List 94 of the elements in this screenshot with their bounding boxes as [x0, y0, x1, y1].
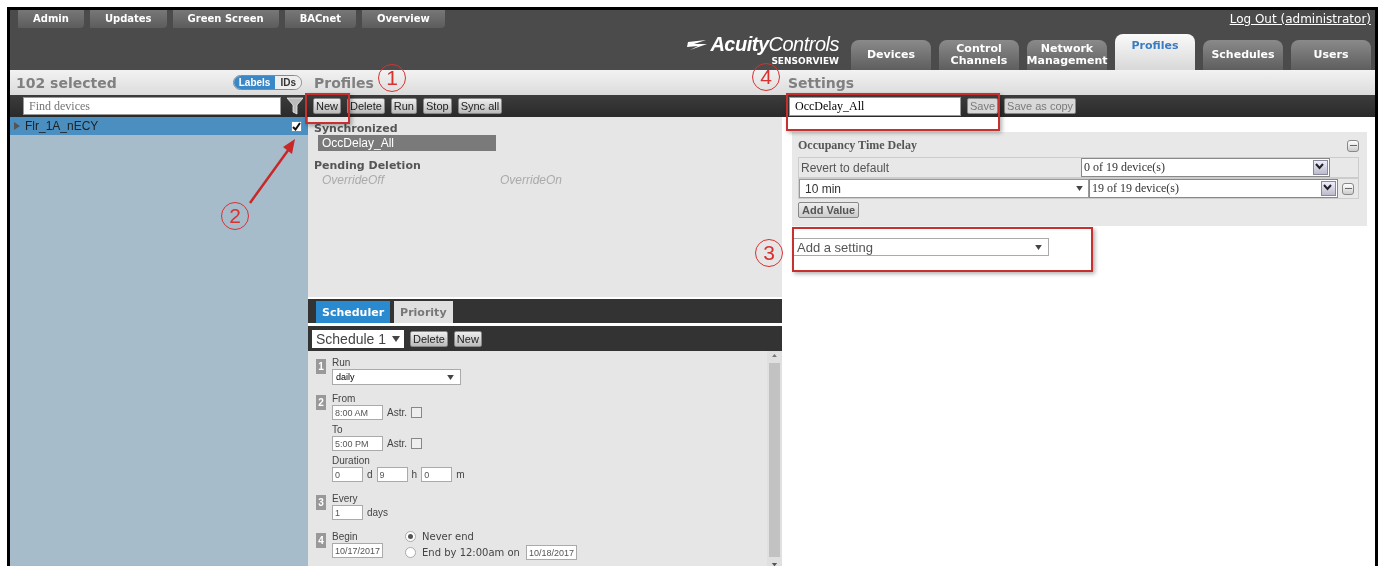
radio-button[interactable] [405, 547, 416, 558]
search-field[interactable]: Find devices [23, 97, 281, 115]
table-cell-text: Revert to default [800, 159, 891, 177]
select-value: Schedule 1 [316, 330, 387, 347]
nav-tab[interactable]: Network Management [1027, 40, 1107, 70]
text-field[interactable]: 10/18/2017 [525, 545, 577, 560]
text-field[interactable]: 5:00 PM [332, 436, 383, 451]
tab[interactable]: Scheduler [316, 301, 391, 323]
nav-tab[interactable]: Users [1291, 40, 1371, 70]
option-label: Never end [422, 531, 474, 542]
text-field[interactable]: 9 [376, 467, 408, 482]
profile-item[interactable]: OccDelay_All [318, 135, 496, 151]
dropdown-value: daily [336, 372, 355, 382]
dropdown[interactable]: daily [332, 369, 461, 385]
logo-wordmark: AcuityControls [710, 33, 839, 56]
dropdown-value: 19 of 19 device(s) [1092, 181, 1179, 196]
field-label: Begin [332, 531, 359, 542]
panel-title: 102 selected [16, 74, 118, 91]
field-label: To [332, 424, 344, 435]
field-label: Duration [332, 455, 371, 466]
checkbox[interactable] [291, 120, 302, 132]
toolbar-button[interactable]: Run [390, 98, 417, 114]
field-label: Run [332, 357, 352, 368]
logout-link[interactable]: Log Out (administrator) [1229, 10, 1371, 26]
chevron-icon [1322, 182, 1333, 193]
card-title: Occupancy Time Delay [798, 138, 917, 153]
select-value: 10 min [805, 181, 842, 196]
field-label: From [332, 393, 357, 404]
text-field[interactable]: 0 [332, 467, 363, 482]
step-number: 3 [316, 495, 326, 510]
nav-tab[interactable]: Profiles [1115, 34, 1195, 70]
name-field[interactable]: OccDelay_All [789, 96, 961, 116]
group-heading: Synchronized [314, 122, 399, 135]
toolbar-button[interactable]: Delete [410, 330, 448, 347]
remove-button[interactable] [1347, 139, 1359, 152]
caret-icon [447, 374, 454, 380]
unit-label: d [367, 469, 373, 480]
unit-label: h [411, 469, 418, 480]
schedule-select[interactable]: Schedule 1 [312, 329, 405, 348]
nav-tab[interactable]: Control Channels [939, 40, 1019, 70]
dropdown[interactable]: 0 of 19 device(s) [1081, 158, 1330, 177]
logo-subtitle: SENSORVIEW [771, 56, 839, 66]
add-setting-select[interactable]: Add a setting [792, 238, 1049, 256]
unit-label: days [367, 507, 389, 518]
remove-button[interactable] [1342, 182, 1354, 195]
toggle-option[interactable]: Labels [233, 76, 276, 89]
nav-tab[interactable]: Green Screen [172, 10, 279, 28]
scroll-up-icon [771, 354, 778, 358]
scrollbar[interactable] [767, 351, 782, 566]
nav-tab[interactable]: Devices [851, 40, 931, 70]
caret-icon [1035, 244, 1042, 250]
nav-tab[interactable]: BACnet [284, 10, 357, 28]
device-row[interactable]: Flr_1A_nECY [10, 117, 308, 135]
text-field[interactable]: 10/17/2017 [332, 543, 383, 558]
annotation-box [305, 93, 350, 124]
swoosh-icon [686, 38, 709, 51]
nav-tab[interactable]: Schedules [1203, 40, 1283, 70]
toolbar-button[interactable]: New [313, 98, 341, 114]
nav-tab[interactable]: Admin [18, 10, 84, 28]
panel-title: Settings [788, 74, 855, 91]
caret-icon [1076, 186, 1083, 191]
expand-icon[interactable] [13, 122, 21, 130]
caret-icon [392, 335, 401, 342]
step-number: 2 [316, 395, 326, 410]
dropdown[interactable]: 19 of 19 device(s) [1089, 179, 1338, 198]
toolbar-button[interactable]: Stop [423, 98, 452, 114]
toolbar-button[interactable]: Sync all [457, 98, 503, 114]
panel-title: Profiles [314, 74, 374, 91]
field-label: Astr. [387, 407, 407, 418]
checkbox[interactable] [411, 438, 422, 449]
radio-button[interactable] [405, 531, 416, 542]
unit-label: m [456, 469, 465, 480]
device-label: Flr_1A_nECY [25, 119, 100, 133]
field-label: Every [332, 493, 359, 504]
field-label: Astr. [387, 438, 407, 449]
filter-icon [287, 97, 303, 115]
chevron-icon [1314, 161, 1325, 172]
nav-tab[interactable]: Overview [362, 10, 445, 28]
text-field[interactable]: 8:00 AM [332, 405, 383, 420]
add-value-button[interactable]: Add Value [798, 202, 860, 218]
scroll-down-icon [771, 562, 778, 566]
dropdown-value: 0 of 19 device(s) [1084, 160, 1165, 175]
text-field[interactable]: 1 [332, 505, 363, 520]
step-number: 1 [316, 359, 326, 374]
select-placeholder: Add a setting [797, 239, 873, 255]
text-field[interactable]: 0 [421, 467, 453, 482]
checkbox[interactable] [411, 407, 422, 418]
value-select[interactable]: 10 min [799, 179, 1089, 198]
toolbar-button[interactable]: Delete [347, 98, 385, 114]
toolbar-button[interactable]: New [453, 330, 482, 347]
group-heading: Pending Deletion [314, 159, 422, 172]
step-number: 4 [316, 533, 326, 548]
nav-tab[interactable]: Updates [89, 10, 167, 28]
option-label: End by 12:00am on [422, 547, 520, 558]
